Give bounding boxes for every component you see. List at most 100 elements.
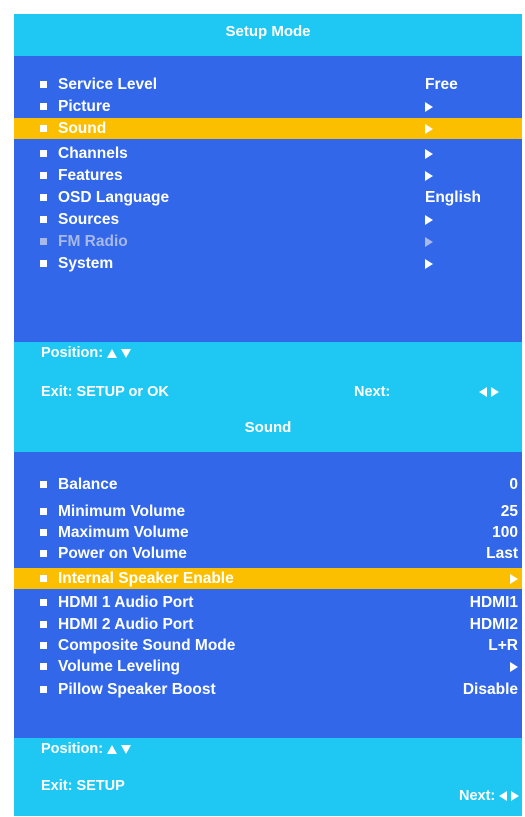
setup-mode-menu: Service Level Free Picture Sound Channel…	[14, 56, 522, 342]
submenu-arrow-icon	[425, 165, 433, 186]
menu-item-label: System	[58, 255, 114, 272]
menu-item-label: Balance	[58, 476, 118, 493]
position-label: Position:	[41, 741, 104, 757]
menu-item-hdmi1-audio-port[interactable]: HDMI 1 Audio Port HDMI1	[14, 592, 522, 613]
next-label: Next:	[354, 384, 391, 400]
menu-item-value: HDMI1	[469, 594, 518, 611]
sound-footer: Position: Exit: SETUP Next:	[14, 738, 522, 816]
menu-item-label: HDMI 2 Audio Port	[58, 616, 194, 633]
menu-item-label: Features	[58, 167, 123, 184]
menu-item-label: Composite Sound Mode	[58, 637, 236, 654]
menu-item-value: L+R	[488, 637, 518, 654]
sound-title: Sound	[244, 419, 292, 436]
menu-item-label: Pillow Speaker Boost	[58, 681, 216, 698]
menu-item-minimum-volume[interactable]: Minimum Volume 25	[14, 501, 522, 522]
menu-item-pillow-speaker-boost[interactable]: Pillow Speaker Boost Disable	[14, 679, 522, 700]
submenu-arrow-icon	[510, 656, 518, 677]
bullet-icon	[40, 621, 47, 628]
submenu-arrow-icon	[425, 143, 433, 164]
exit-hint: Exit: SETUP	[41, 778, 125, 794]
bullet-icon	[40, 260, 47, 267]
bullet-icon	[40, 550, 47, 557]
menu-item-value: 0	[509, 476, 518, 493]
menu-item-label: Service Level	[58, 76, 158, 93]
next-label: Next:	[459, 788, 496, 804]
menu-item-label: Sources	[58, 211, 120, 228]
menu-item-value: Disable	[462, 681, 518, 698]
menu-item-label: Maximum Volume	[58, 524, 189, 541]
arrow-down-icon	[121, 745, 132, 754]
menu-item-hdmi2-audio-port[interactable]: HDMI 2 Audio Port HDMI2	[14, 614, 522, 635]
menu-item-value: Last	[486, 545, 518, 562]
next-hint: Next:	[459, 788, 520, 804]
menu-item-features[interactable]: Features	[14, 165, 522, 186]
menu-item-channels[interactable]: Channels	[14, 143, 522, 164]
bullet-icon	[40, 529, 47, 536]
menu-item-maximum-volume[interactable]: Maximum Volume 100	[14, 522, 522, 543]
arrow-up-icon	[107, 349, 118, 358]
submenu-arrow-icon	[425, 209, 433, 230]
menu-item-label: OSD Language	[58, 189, 170, 206]
sound-menu: Balance 0 Minimum Volume 25 Maximum Volu…	[14, 452, 522, 738]
position-label: Position:	[41, 345, 104, 361]
menu-item-value: English	[425, 189, 481, 206]
bullet-icon	[40, 238, 47, 245]
menu-item-label: Channels	[58, 145, 128, 162]
menu-item-sources[interactable]: Sources	[14, 209, 522, 230]
submenu-arrow-icon	[425, 118, 433, 139]
menu-item-sound[interactable]: Sound	[14, 118, 522, 139]
arrow-left-icon	[479, 387, 487, 397]
bullet-icon	[40, 663, 47, 670]
arrow-right-icon	[491, 387, 500, 397]
arrow-left-icon	[499, 791, 508, 801]
menu-item-label: Minimum Volume	[58, 503, 186, 520]
bullet-icon	[40, 599, 47, 606]
bullet-icon	[40, 194, 47, 201]
setup-mode-header: Setup Mode	[14, 14, 522, 56]
exit-hint: Exit: SETUP or OK	[41, 384, 169, 400]
menu-item-value: 25	[500, 503, 518, 520]
menu-item-label: Internal Speaker Enable	[58, 570, 234, 587]
bullet-icon	[40, 508, 47, 515]
menu-item-service-level[interactable]: Service Level Free	[14, 74, 522, 95]
bullet-icon	[40, 81, 47, 88]
menu-item-label: Power on Volume	[58, 545, 187, 562]
arrow-right-icon	[511, 791, 520, 801]
menu-item-value: Free	[425, 76, 458, 93]
menu-item-power-on-volume[interactable]: Power on Volume Last	[14, 543, 522, 564]
bullet-icon	[40, 172, 47, 179]
position-hint: Position:	[41, 741, 132, 757]
bullet-icon	[40, 125, 47, 132]
menu-item-volume-leveling[interactable]: Volume Leveling	[14, 656, 522, 677]
menu-item-label: Picture	[58, 98, 111, 115]
submenu-arrow-icon	[425, 96, 433, 117]
menu-item-fm-radio: FM Radio	[14, 231, 522, 252]
bullet-icon	[40, 686, 47, 693]
menu-item-value: 100	[492, 524, 518, 541]
menu-item-picture[interactable]: Picture	[14, 96, 522, 117]
menu-item-label: FM Radio	[58, 233, 128, 250]
bullet-icon	[40, 103, 47, 110]
bullet-icon	[40, 481, 47, 488]
setup-mode-title: Setup Mode	[225, 23, 311, 40]
sound-header: Sound	[14, 408, 522, 452]
bullet-icon	[40, 642, 47, 649]
menu-item-balance[interactable]: Balance 0	[14, 474, 522, 495]
submenu-arrow-icon	[425, 231, 433, 252]
menu-item-composite-sound-mode[interactable]: Composite Sound Mode L+R	[14, 635, 522, 656]
arrow-down-icon	[121, 349, 132, 358]
menu-item-label: HDMI 1 Audio Port	[58, 594, 194, 611]
bullet-icon	[40, 216, 47, 223]
setup-mode-footer: Position: Exit: SETUP or OK Next:	[14, 342, 522, 408]
bullet-icon	[40, 150, 47, 157]
menu-item-system[interactable]: System	[14, 253, 522, 274]
menu-item-label: Volume Leveling	[58, 658, 181, 675]
menu-item-osd-language[interactable]: OSD Language English	[14, 187, 522, 208]
menu-item-label: Sound	[58, 120, 107, 137]
position-hint: Position:	[41, 345, 132, 361]
menu-item-internal-speaker-enable[interactable]: Internal Speaker Enable	[14, 568, 522, 589]
menu-item-value: HDMI2	[469, 616, 518, 633]
submenu-arrow-icon	[425, 253, 433, 274]
arrow-up-icon	[107, 745, 118, 754]
submenu-arrow-icon	[510, 568, 518, 589]
